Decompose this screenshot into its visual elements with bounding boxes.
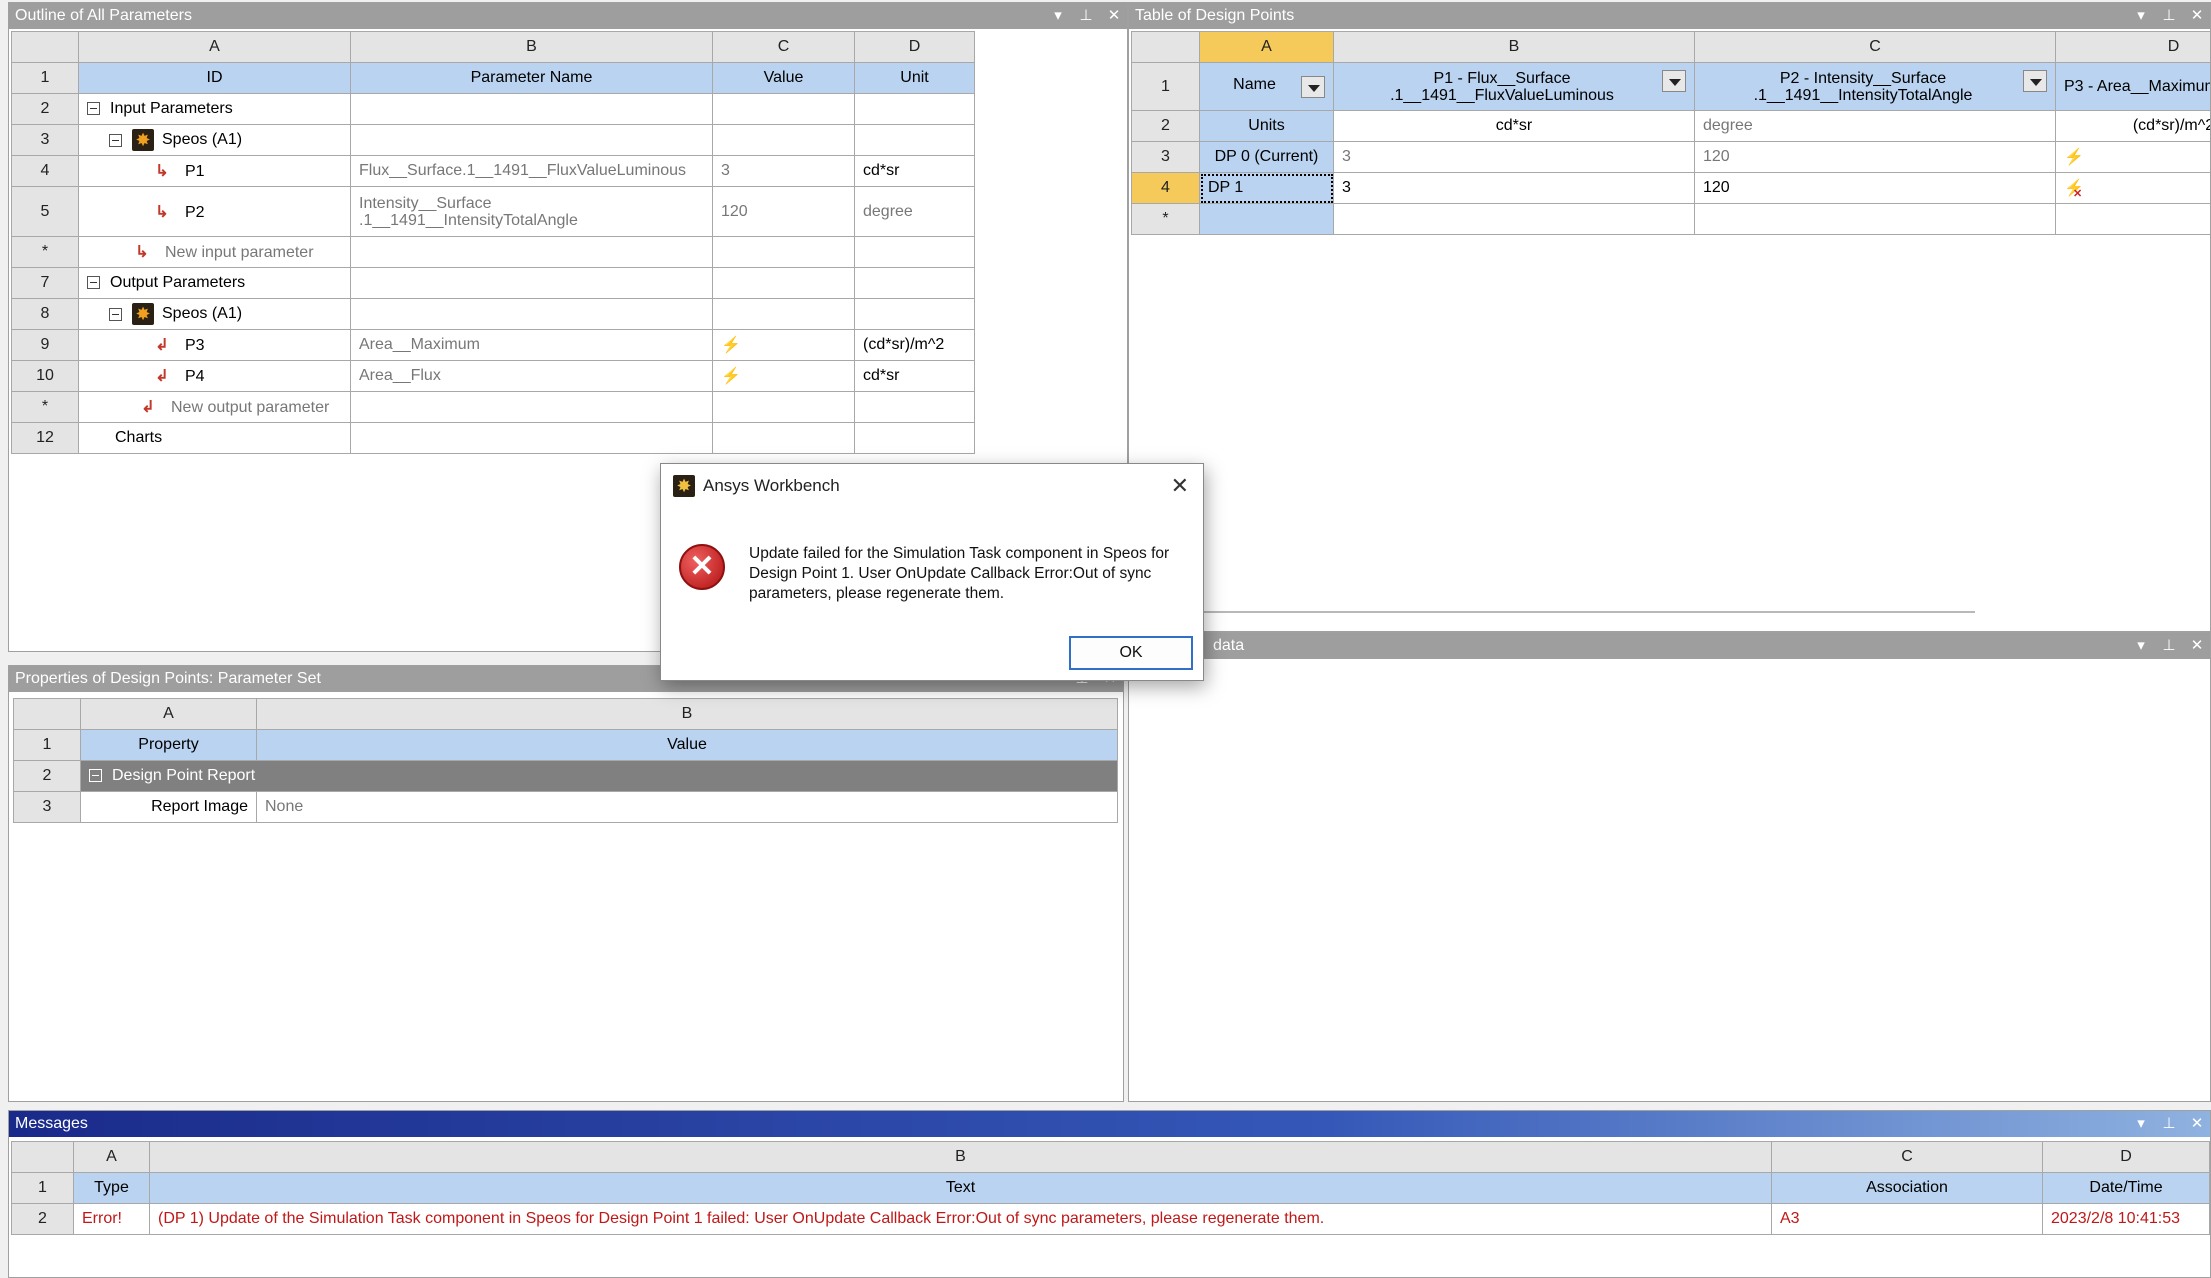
table-row[interactable]: 8 Speos (A1) <box>11 298 975 330</box>
table-row[interactable]: * <box>1131 203 2210 235</box>
error-icon: ✕ <box>679 544 725 590</box>
ansys-workbench-icon <box>673 475 695 497</box>
header-p1: P1 - Flux__Surface .1__1491__FluxValueLu… <box>1390 69 1614 104</box>
units-row: 2 Units cd*sr degree (cd*sr)/m^2 <box>1131 110 2210 142</box>
table-row[interactable]: 9 ↲ P3 Area__Maximum ⚡ (cd*sr)/m^2 <box>11 329 975 361</box>
close-icon[interactable]: ✕ <box>2190 633 2204 659</box>
collapse-icon[interactable] <box>109 133 122 147</box>
horizontal-scrollbar[interactable] <box>1139 611 1975 613</box>
header-p3: P3 - Area__Maximum <box>2055 62 2210 111</box>
table-row[interactable]: 4 DP 1 3 120 ⚡ <box>1131 172 2210 204</box>
table-row[interactable]: * ↲ New output parameter <box>11 391 975 423</box>
close-icon[interactable]: ✕ <box>2190 3 2204 29</box>
column-header-c[interactable]: C <box>712 31 855 63</box>
pin-icon[interactable]: ⊥ <box>2162 3 2176 29</box>
output-parameter-icon: ↲ <box>155 368 169 385</box>
pin-icon[interactable]: ⊥ <box>1079 3 1093 29</box>
header-property: Property <box>80 729 257 761</box>
column-header-c[interactable]: C <box>1771 1141 2043 1173</box>
column-header-d[interactable]: D <box>2055 31 2210 63</box>
column-header-c[interactable]: C <box>1694 31 2056 63</box>
collapse-icon[interactable] <box>109 307 122 321</box>
outline-table: A B C D 1 ID Parameter Name Value Unit 2… <box>11 31 975 454</box>
chart-panel: data ▾ ⊥ ✕ <box>1128 632 2211 1102</box>
pin-icon[interactable]: ⊥ <box>2162 633 2176 659</box>
collapse-icon[interactable] <box>89 769 102 783</box>
filter-dropdown-icon[interactable] <box>2023 69 2047 92</box>
properties-table: A B 1 Property Value 2 Design Point Repo… <box>13 698 1118 823</box>
chart-panel-title: data ▾ ⊥ ✕ <box>1129 633 2210 659</box>
table-row[interactable]: 4 ↳ P1 Flux__Surface.1__1491__FluxValueLu… <box>11 155 975 187</box>
header-text: Text <box>149 1172 1772 1204</box>
close-icon[interactable]: ✕ <box>1107 3 1121 29</box>
close-icon[interactable]: ✕ <box>2190 1111 2204 1137</box>
update-required-icon: ⚡ <box>721 337 741 354</box>
filter-dropdown-icon[interactable] <box>1301 75 1325 98</box>
messages-panel: Messages ▾ ⊥ ✕ A B C D 1 Type Text Associa… <box>8 1110 2211 1278</box>
header-parameter-name: Parameter Name <box>350 62 713 94</box>
design-points-panel-title: Table of Design Points ▾ ⊥ ✕ <box>1129 3 2210 29</box>
ok-button[interactable]: OK <box>1069 636 1193 670</box>
header-type: Type <box>73 1172 150 1204</box>
column-header-b[interactable]: B <box>149 1141 1772 1173</box>
panel-menu-icon[interactable]: ▾ <box>2134 1111 2148 1137</box>
column-header-a[interactable]: A <box>80 698 257 730</box>
input-parameter-icon: ↳ <box>155 203 169 221</box>
speos-icon <box>132 303 154 325</box>
update-failed-icon: ⚡ <box>2064 180 2084 197</box>
table-row[interactable]: 12 Charts <box>11 422 975 454</box>
close-icon[interactable]: ✕ <box>1171 464 1189 508</box>
table-row[interactable]: * ↳ New input parameter <box>11 236 975 268</box>
dialog-title-bar: Ansys Workbench ✕ <box>661 464 1203 508</box>
input-parameter-icon: ↳ <box>155 163 169 180</box>
table-row[interactable]: 3 DP 0 (Current) 3 120 ⚡ <box>1131 141 2210 173</box>
properties-panel: Properties of Design Points: Parameter S… <box>8 665 1124 1102</box>
table-row[interactable]: 2 Error! (DP 1) Update of the Simulation… <box>11 1203 2210 1235</box>
header-id: ID <box>78 62 351 94</box>
messages-panel-title: Messages ▾ ⊥ ✕ <box>9 1111 2210 1137</box>
column-header-a[interactable]: A <box>73 1141 150 1173</box>
column-header-a[interactable]: A <box>78 31 351 63</box>
table-row[interactable]: 3 Report Image None <box>13 791 1118 823</box>
header-unit: Unit <box>854 62 975 94</box>
header-p2: P2 - Intensity__Surface .1__1491__Intens… <box>1753 69 1973 104</box>
column-header-b[interactable]: B <box>1333 31 1695 63</box>
messages-table: A B C D 1 Type Text Association Date/Tim… <box>11 1141 2210 1235</box>
header-datetime: Date/Time <box>2042 1172 2210 1204</box>
panel-menu-icon[interactable]: ▾ <box>2134 633 2148 659</box>
panel-menu-icon[interactable]: ▾ <box>2134 3 2148 29</box>
table-row[interactable]: 3 Speos (A1) <box>11 124 975 156</box>
panel-menu-icon[interactable]: ▾ <box>1051 3 1065 29</box>
output-parameter-icon: ↲ <box>155 337 169 354</box>
table-row[interactable]: 5 ↳ P2 Intensity__Surface .1__1491__Inten… <box>11 186 975 237</box>
column-header-b[interactable]: B <box>350 31 713 63</box>
header-value: Value <box>256 729 1118 761</box>
table-row[interactable]: 2 Design Point Report <box>13 760 1118 792</box>
pin-icon[interactable]: ⊥ <box>2162 1111 2176 1137</box>
collapse-icon[interactable] <box>87 276 100 290</box>
column-header-d[interactable]: D <box>854 31 975 63</box>
update-required-icon: ⚡ <box>2064 149 2084 166</box>
speos-icon <box>132 129 154 151</box>
header-association: Association <box>1771 1172 2043 1204</box>
outline-panel-title: Outline of All Parameters ▾ ⊥ ✕ <box>9 3 1127 29</box>
table-row[interactable]: 7 Output Parameters <box>11 267 975 299</box>
table-row[interactable]: 2 Input Parameters <box>11 93 975 125</box>
header-value: Value <box>712 62 855 94</box>
output-parameter-icon: ↲ <box>141 399 155 416</box>
update-required-icon: ⚡ <box>721 368 741 385</box>
dialog-message: Update failed for the Simulation Task co… <box>749 545 1170 602</box>
design-points-panel: Table of Design Points ▾ ⊥ ✕ A B C D 1 Nam… <box>1128 2 2211 632</box>
header-name: Name <box>1233 75 1276 93</box>
collapse-icon[interactable] <box>87 102 100 116</box>
table-row[interactable]: 10 ↲ P4 Area__Flux ⚡ cd*sr <box>11 360 975 392</box>
input-parameter-icon: ↳ <box>135 244 149 261</box>
error-dialog: Ansys Workbench ✕ ✕ Update failed for th… <box>660 463 1204 681</box>
filter-dropdown-icon[interactable] <box>1662 69 1686 92</box>
column-header-a[interactable]: A <box>1199 31 1334 63</box>
column-header-d[interactable]: D <box>2042 1141 2210 1173</box>
design-points-table: A B C D 1 Name P1 - Flux__Surface .1__14… <box>1131 31 2210 235</box>
column-header-b[interactable]: B <box>256 698 1118 730</box>
